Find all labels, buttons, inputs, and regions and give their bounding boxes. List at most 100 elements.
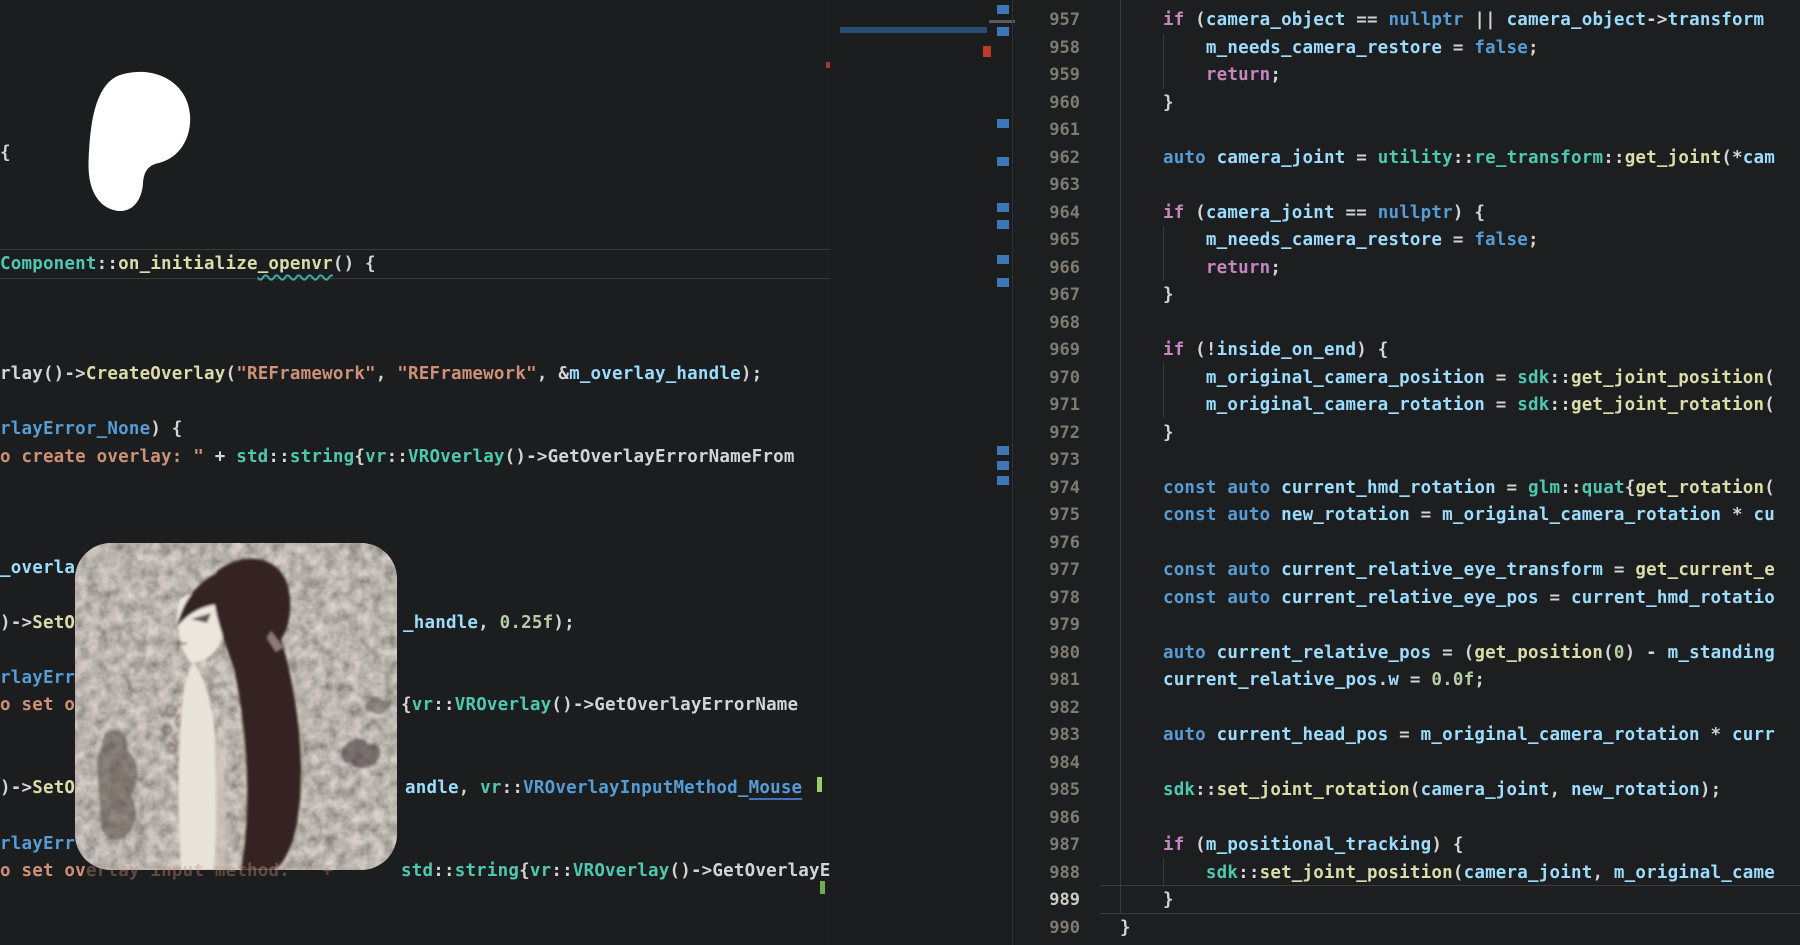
- code-line[interactable]: if (m_positional_tracking) {: [1120, 831, 1464, 859]
- code-line[interactable]: auto current_head_pos = m_original_camer…: [1120, 721, 1775, 749]
- line-number[interactable]: 964: [1016, 199, 1080, 227]
- line-number[interactable]: 987: [1016, 831, 1080, 859]
- code-token: auto: [1227, 560, 1270, 580]
- code-token: current_hmd_rotation: [1281, 478, 1496, 498]
- line-number[interactable]: 960: [1016, 89, 1080, 117]
- code-line[interactable]: _overla: [0, 554, 75, 582]
- code-line[interactable]: if (!inside_on_end) {: [1120, 336, 1388, 364]
- code-line[interactable]: }: [1120, 281, 1174, 309]
- line-number[interactable]: 972: [1016, 419, 1080, 447]
- line-number[interactable]: 985: [1016, 776, 1080, 804]
- code-token: o set o: [0, 695, 75, 715]
- line-number[interactable]: 971: [1016, 391, 1080, 419]
- line-number[interactable]: 969: [1016, 336, 1080, 364]
- code-line[interactable]: current_relative_pos.w = 0.0f;: [1120, 666, 1485, 694]
- line-number[interactable]: 986: [1016, 804, 1080, 832]
- code-token: m_needs_camera_restore: [1206, 38, 1442, 58]
- code-line[interactable]: const auto current_hmd_rotation = glm::q…: [1120, 474, 1775, 502]
- minimap[interactable]: [830, 0, 1012, 945]
- code-line[interactable]: )->SetO: [0, 609, 75, 637]
- line-number[interactable]: 978: [1016, 584, 1080, 612]
- line-number[interactable]: 983: [1016, 721, 1080, 749]
- code-token: nullptr: [1388, 10, 1463, 30]
- code-token: [1120, 725, 1163, 745]
- code-token: [1120, 340, 1163, 360]
- code-line[interactable]: sdk::set_joint_position(camera_joint, m_…: [1120, 859, 1775, 887]
- line-number[interactable]: 981: [1016, 666, 1080, 694]
- line-number[interactable]: 973: [1016, 446, 1080, 474]
- line-number[interactable]: 966: [1016, 254, 1080, 282]
- line-number[interactable]: 989: [1016, 886, 1080, 914]
- code-token: new_rotation: [1571, 780, 1700, 800]
- code-line[interactable]: return;: [1120, 61, 1281, 89]
- code-line[interactable]: andle, vr::VROverlayInputMethod_Mouse: [405, 774, 802, 802]
- line-number[interactable]: 975: [1016, 501, 1080, 529]
- code-token: ::: [1453, 148, 1474, 168]
- code-token: SetO: [32, 613, 75, 633]
- code-line[interactable]: if (camera_joint == nullptr) {: [1120, 199, 1485, 227]
- code-line[interactable]: }: [1120, 419, 1174, 447]
- line-number[interactable]: 967: [1016, 281, 1080, 309]
- code-token: {: [0, 143, 11, 163]
- line-number[interactable]: 957: [1016, 6, 1080, 34]
- line-number[interactable]: 979: [1016, 611, 1080, 639]
- code-line[interactable]: const auto new_rotation = m_original_cam…: [1120, 501, 1775, 529]
- line-number[interactable]: 961: [1016, 116, 1080, 144]
- code-token: 0.0f: [1431, 670, 1474, 690]
- code-line[interactable]: m_needs_camera_restore = false;: [1120, 226, 1539, 254]
- code-token: current_hmd_rotatio: [1571, 588, 1775, 608]
- code-line[interactable]: }: [1120, 89, 1174, 117]
- code-line[interactable]: sdk::set_joint_rotation(camera_joint, ne…: [1120, 776, 1721, 804]
- code-token: [1270, 588, 1281, 608]
- code-line[interactable]: o set ov: [0, 857, 86, 885]
- line-number[interactable]: 980: [1016, 639, 1080, 667]
- line-number[interactable]: 982: [1016, 694, 1080, 722]
- line-number[interactable]: 970: [1016, 364, 1080, 392]
- line-number[interactable]: 990: [1016, 914, 1080, 942]
- code-line[interactable]: m_original_camera_position = sdk::get_jo…: [1120, 364, 1775, 392]
- code-line[interactable]: rlayError_None) {: [0, 415, 183, 443]
- line-number[interactable]: 976: [1016, 529, 1080, 557]
- code-line[interactable]: Component::on_initialize_openvr() {: [0, 250, 376, 278]
- code-line[interactable]: o create overlay: " + std::string{vr::VR…: [0, 443, 795, 471]
- code-line[interactable]: erlay input method: " +: [86, 857, 344, 885]
- code-line[interactable]: std::string{vr::VROverlay()->GetOverlayE…: [401, 857, 830, 885]
- code-line[interactable]: )->SetO: [0, 774, 75, 802]
- code-line[interactable]: rlay()->CreateOverlay("REFramework", "RE…: [0, 360, 762, 388]
- left-code-panel[interactable]: {Component::on_initialize_openvr() {rlay…: [0, 0, 830, 945]
- line-number[interactable]: 963: [1016, 171, 1080, 199]
- code-line[interactable]: }: [1120, 886, 1174, 914]
- code-line[interactable]: auto camera_joint = utility::re_transfor…: [1120, 144, 1775, 172]
- code-line[interactable]: const auto current_relative_eye_pos = cu…: [1120, 584, 1775, 612]
- line-number[interactable]: 959: [1016, 61, 1080, 89]
- line-number[interactable]: 988: [1016, 859, 1080, 887]
- code-line[interactable]: {vr::VROverlay()->GetOverlayErrorName: [401, 691, 798, 719]
- code-token: =: [1603, 560, 1635, 580]
- line-number[interactable]: 958: [1016, 34, 1080, 62]
- code-line[interactable]: }: [1120, 914, 1131, 942]
- code-token: [1217, 505, 1228, 525]
- code-line[interactable]: o set o: [0, 691, 75, 719]
- code-line[interactable]: if (camera_object == nullptr || camera_o…: [1120, 6, 1764, 34]
- code-token: =: [1442, 38, 1474, 58]
- line-number[interactable]: 968: [1016, 309, 1080, 337]
- line-number[interactable]: 977: [1016, 556, 1080, 584]
- line-number[interactable]: 974: [1016, 474, 1080, 502]
- code-line[interactable]: auto current_relative_pos = (get_positio…: [1120, 639, 1775, 667]
- line-number[interactable]: 965: [1016, 226, 1080, 254]
- code-token: ::: [433, 695, 454, 715]
- code-line[interactable]: rlayErr: [0, 830, 75, 858]
- code-line[interactable]: _handle, 0.25f);: [403, 609, 575, 637]
- code-token: nullptr: [1378, 203, 1453, 223]
- line-number[interactable]: 962: [1016, 144, 1080, 172]
- code-line[interactable]: const auto current_relative_eye_transfor…: [1120, 556, 1775, 584]
- code-line[interactable]: m_original_camera_rotation = sdk::get_jo…: [1120, 391, 1775, 419]
- code-token: [1120, 560, 1163, 580]
- code-line[interactable]: return;: [1120, 254, 1281, 282]
- code-token: auto: [1163, 643, 1206, 663]
- code-line[interactable]: {: [0, 139, 11, 167]
- code-line[interactable]: rlayErr: [0, 664, 75, 692]
- line-number[interactable]: 984: [1016, 749, 1080, 777]
- code-line[interactable]: m_needs_camera_restore = false;: [1120, 34, 1539, 62]
- code-token: std: [236, 447, 268, 467]
